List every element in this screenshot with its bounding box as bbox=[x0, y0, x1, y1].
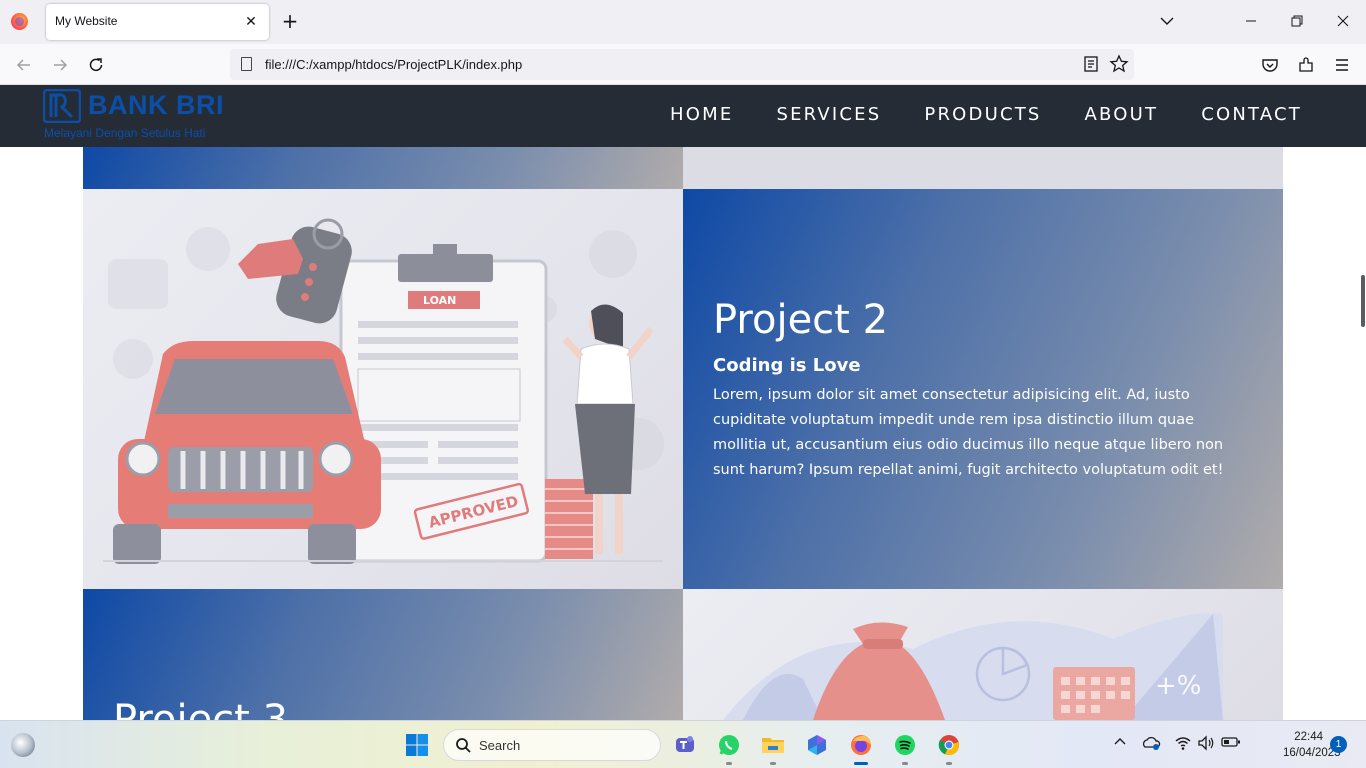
brand-tagline: Melayani Dengan Setulus Hati bbox=[44, 126, 206, 140]
taskbar-search-box[interactable]: Search bbox=[443, 729, 661, 761]
page-content: LOAN APPROVED Project 2 Coding is Love L… bbox=[0, 147, 1366, 720]
project-row-3: Project 3 +% bbox=[83, 589, 1283, 720]
file-explorer-icon[interactable] bbox=[757, 729, 789, 765]
page-scrollbar-thumb[interactable] bbox=[1361, 275, 1365, 327]
reload-icon[interactable] bbox=[85, 54, 107, 76]
menu-item-services[interactable]: SERVICES bbox=[776, 104, 881, 125]
tab-close-icon[interactable]: ✕ bbox=[241, 12, 261, 32]
minimize-window-icon[interactable] bbox=[1240, 10, 1262, 32]
restore-window-icon[interactable] bbox=[1286, 10, 1308, 32]
new-tab-button[interactable]: + bbox=[279, 10, 301, 32]
active-app-indicator bbox=[854, 762, 868, 765]
project-row-2: LOAN APPROVED Project 2 Coding is Love L… bbox=[83, 189, 1283, 589]
taskbar-clock[interactable]: 22:44 16/04/2023 bbox=[1283, 729, 1341, 761]
project-1-image-cell bbox=[683, 147, 1283, 189]
copilot-icon[interactable] bbox=[801, 729, 833, 761]
back-icon[interactable] bbox=[13, 54, 35, 76]
onedrive-sync-icon[interactable] bbox=[1141, 735, 1161, 755]
clock-date: 16/04/2023 bbox=[1283, 747, 1341, 759]
project-3-title: Project 3 bbox=[113, 697, 289, 720]
search-label: Search bbox=[479, 738, 521, 753]
notification-badge[interactable]: 1 bbox=[1330, 736, 1347, 753]
loan-label: LOAN bbox=[423, 294, 456, 307]
teams-icon[interactable] bbox=[669, 729, 701, 761]
url-text[interactable]: file:///C:/xampp/htdocs/ProjectPLK/index… bbox=[265, 57, 522, 72]
firefox-icon[interactable] bbox=[845, 729, 877, 765]
browser-tab-strip: My Website ✕ + bbox=[0, 0, 1366, 44]
project-3-text-cell: Project 3 bbox=[83, 589, 683, 720]
site-header: BANK BRI Melayani Dengan Setulus Hati HO… bbox=[0, 85, 1366, 147]
running-indicator bbox=[726, 762, 732, 765]
main-menu: HOME SERVICES PRODUCTS ABOUT CONTACT bbox=[670, 104, 1302, 125]
close-window-icon[interactable] bbox=[1332, 10, 1354, 32]
project-2-title: Project 2 bbox=[713, 297, 889, 343]
volume-icon[interactable] bbox=[1196, 735, 1216, 755]
address-bar[interactable]: file:///C:/xampp/htdocs/ProjectPLK/index… bbox=[230, 49, 1134, 80]
brand-name[interactable]: BANK BRI bbox=[88, 90, 224, 121]
money-bag-illustration: +% bbox=[683, 589, 1283, 720]
tab-title: My Website bbox=[55, 14, 118, 28]
wifi-icon[interactable] bbox=[1173, 735, 1193, 755]
windows-start-icon[interactable] bbox=[405, 733, 429, 757]
page-icon bbox=[241, 57, 252, 71]
list-all-tabs-chevron-icon[interactable] bbox=[1158, 12, 1176, 34]
project-1-text-cell bbox=[83, 147, 683, 189]
chrome-icon[interactable] bbox=[933, 729, 965, 765]
forward-icon[interactable] bbox=[49, 54, 71, 76]
bri-logo-icon[interactable] bbox=[42, 88, 82, 124]
show-hidden-icons-chevron-icon[interactable] bbox=[1110, 735, 1130, 755]
browser-navigation-bar: file:///C:/xampp/htdocs/ProjectPLK/index… bbox=[0, 44, 1366, 85]
menu-item-contact[interactable]: CONTACT bbox=[1201, 104, 1302, 125]
whatsapp-icon[interactable] bbox=[713, 729, 745, 765]
search-icon bbox=[455, 737, 472, 758]
extensions-icon[interactable] bbox=[1295, 54, 1317, 76]
spotify-icon[interactable] bbox=[889, 729, 921, 765]
pocket-icon[interactable] bbox=[1259, 54, 1281, 76]
project-row-1 bbox=[83, 147, 1283, 189]
car-loan-illustration: LOAN APPROVED bbox=[83, 189, 683, 589]
windows-taskbar: Search 22:44 16/04/2023 1 bbox=[0, 720, 1366, 768]
project-2-text-cell: Project 2 Coding is Love Lorem, ipsum do… bbox=[683, 189, 1283, 589]
clock-time: 22:44 bbox=[1294, 731, 1323, 743]
reader-view-icon[interactable] bbox=[1081, 54, 1101, 78]
running-indicator bbox=[902, 762, 908, 765]
menu-item-home[interactable]: HOME bbox=[670, 104, 733, 125]
browser-tab[interactable]: My Website ✕ bbox=[46, 4, 269, 40]
menu-icon[interactable] bbox=[1331, 54, 1353, 76]
battery-icon[interactable] bbox=[1221, 735, 1241, 755]
menu-item-products[interactable]: PRODUCTS bbox=[924, 104, 1041, 125]
running-indicator bbox=[946, 762, 952, 765]
running-indicator bbox=[770, 762, 776, 765]
weather-widget-icon[interactable] bbox=[11, 733, 35, 757]
firefox-logo-icon[interactable] bbox=[11, 13, 28, 30]
bookmark-star-icon[interactable] bbox=[1108, 53, 1130, 79]
project-2-subtitle: Coding is Love bbox=[713, 355, 861, 376]
project-2-description: Lorem, ipsum dolor sit amet consectetur … bbox=[713, 387, 1224, 478]
menu-item-about[interactable]: ABOUT bbox=[1085, 104, 1159, 125]
percent-label: +% bbox=[1155, 671, 1202, 701]
